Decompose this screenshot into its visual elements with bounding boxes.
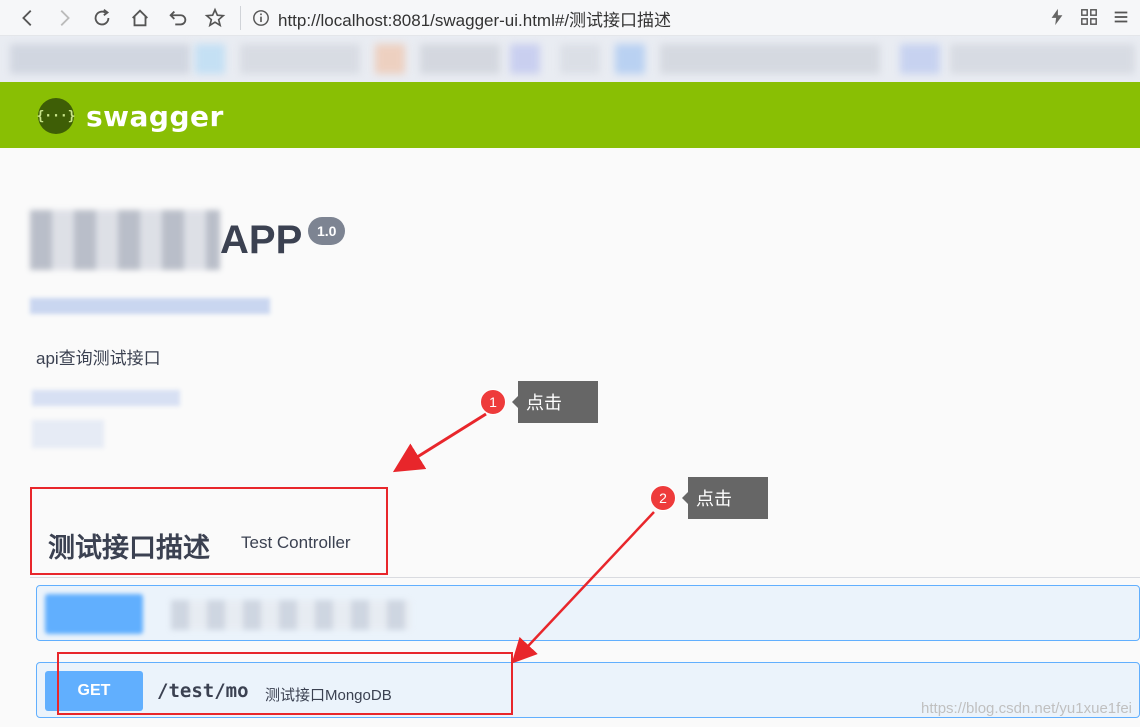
operation-row-redacted[interactable] (36, 585, 1140, 641)
redacted-contact (32, 420, 104, 448)
redacted-title (30, 210, 220, 270)
home-button[interactable] (126, 4, 154, 32)
redacted-block (420, 44, 500, 74)
highlight-box-tag (30, 487, 388, 575)
step-1-badge: 1 (480, 389, 506, 415)
step-1-tooltip: 点击 (512, 381, 598, 423)
undo-button[interactable] (164, 4, 192, 32)
method-badge (45, 594, 143, 634)
toolbar-divider (240, 6, 241, 30)
redacted-block (560, 44, 600, 74)
reload-button[interactable] (88, 4, 116, 32)
redacted-block (240, 44, 360, 74)
reload-icon (94, 9, 110, 26)
api-title: APP (220, 218, 303, 262)
browser-extension-icons (1046, 6, 1132, 28)
redacted-path (171, 600, 411, 630)
redacted-block (10, 44, 190, 74)
bookmark-bar-redacted (0, 36, 1140, 82)
version-badge: 1.0 (308, 217, 346, 245)
lightning-icon[interactable] (1046, 6, 1068, 28)
swagger-topbar: {···} swagger (0, 82, 1140, 148)
redacted-block (375, 44, 405, 74)
redacted-block (510, 44, 540, 74)
arrow-1 (392, 412, 487, 473)
more-menu-icon[interactable] (1110, 6, 1132, 28)
api-description: api查询测试接口 (36, 349, 161, 368)
redacted-block (660, 44, 880, 74)
back-button[interactable] (14, 4, 42, 32)
step-2-badge: 2 (650, 485, 676, 511)
apps-grid-icon[interactable] (1078, 6, 1100, 28)
redacted-contact (32, 390, 180, 406)
swagger-brand[interactable]: swagger (86, 100, 224, 133)
redacted-url (30, 298, 270, 314)
forward-button[interactable] (50, 4, 78, 32)
info-icon (253, 10, 269, 26)
undo-icon (169, 10, 187, 26)
browser-toolbar: http://localhost:8081/swagger-ui.html#/测… (0, 0, 1140, 36)
redacted-block (950, 44, 1135, 74)
highlight-box-operation (57, 652, 513, 715)
redacted-block (900, 44, 940, 74)
forward-arrow-icon (60, 10, 70, 26)
address-bar[interactable]: http://localhost:8081/swagger-ui.html#/测… (252, 4, 1052, 32)
home-icon (132, 9, 148, 27)
watermark: https://blog.csdn.net/yu1xue1fei (921, 700, 1132, 717)
url-text: http://localhost:8081/swagger-ui.html#/测… (278, 10, 672, 30)
bookmark-star-button[interactable] (201, 4, 229, 32)
redacted-block (195, 44, 225, 74)
step-2-tooltip: 点击 (682, 477, 768, 519)
star-icon (204, 7, 226, 28)
redacted-block (615, 44, 645, 74)
back-arrow-icon (22, 10, 32, 26)
swagger-logo-icon[interactable]: {···} (36, 98, 76, 134)
